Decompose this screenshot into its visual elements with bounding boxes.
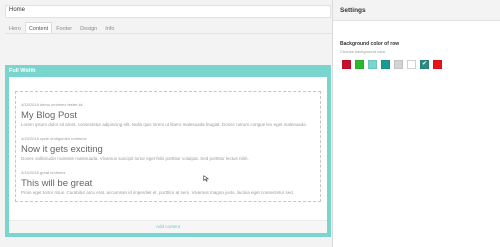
settings-header: Settings xyxy=(333,0,500,21)
full-width-row[interactable]: Full Width 4/15/2018 demo umtmmz tester … xyxy=(5,65,331,237)
add-content-button[interactable]: Add content xyxy=(9,224,327,229)
row-content-area: 4/15/2018 demo umtmmz tester kk My Blog … xyxy=(9,77,327,233)
post-title[interactable]: This will be great xyxy=(21,178,92,189)
color-swatch-list: ✔ xyxy=(342,60,446,69)
post-body: Donec sollicitudin molestie malesuada. V… xyxy=(21,156,249,161)
row-label: Full Width xyxy=(9,68,36,74)
page-name: Home xyxy=(9,7,26,13)
mouse-pointer-icon xyxy=(203,175,210,182)
color-swatch[interactable] xyxy=(407,60,416,69)
post-body: Lorem ipsum dolor sit amet, consectetur … xyxy=(21,122,307,127)
tab-divider xyxy=(5,33,332,34)
color-swatch[interactable] xyxy=(342,60,351,69)
color-swatch[interactable] xyxy=(381,60,390,69)
post-meta: 4/15/2018 demo umtmmz tester kk xyxy=(21,102,83,107)
post-meta: 4/15/2018 great umtmmz xyxy=(21,170,66,175)
background-color-hint: Choose background color xyxy=(340,49,386,54)
color-swatch[interactable] xyxy=(394,60,403,69)
post-title[interactable]: My Blog Post xyxy=(21,110,77,121)
post-body: Proin eget tortor risus. Curabitur arcu … xyxy=(21,190,295,195)
color-swatch[interactable] xyxy=(368,60,377,69)
background-color-heading: Background color of row xyxy=(340,41,400,47)
post-meta: 4/15/2018 cycle umtigorden umtmmz xyxy=(21,136,87,141)
post-title[interactable]: Now it gets exciting xyxy=(21,144,103,155)
add-content-bar[interactable]: Add content xyxy=(9,220,327,233)
editor-canvas: Home Hero Content Footer Design Info Ful… xyxy=(0,0,332,247)
settings-panel: Settings Background color of row Choose … xyxy=(332,0,500,247)
checkmark-icon: ✔ xyxy=(421,61,428,67)
settings-title: Settings xyxy=(340,7,366,14)
page-selector[interactable]: Home xyxy=(5,5,331,18)
color-swatch[interactable] xyxy=(433,60,442,69)
color-swatch-selected[interactable]: ✔ xyxy=(420,60,429,69)
color-swatch[interactable] xyxy=(355,60,364,69)
